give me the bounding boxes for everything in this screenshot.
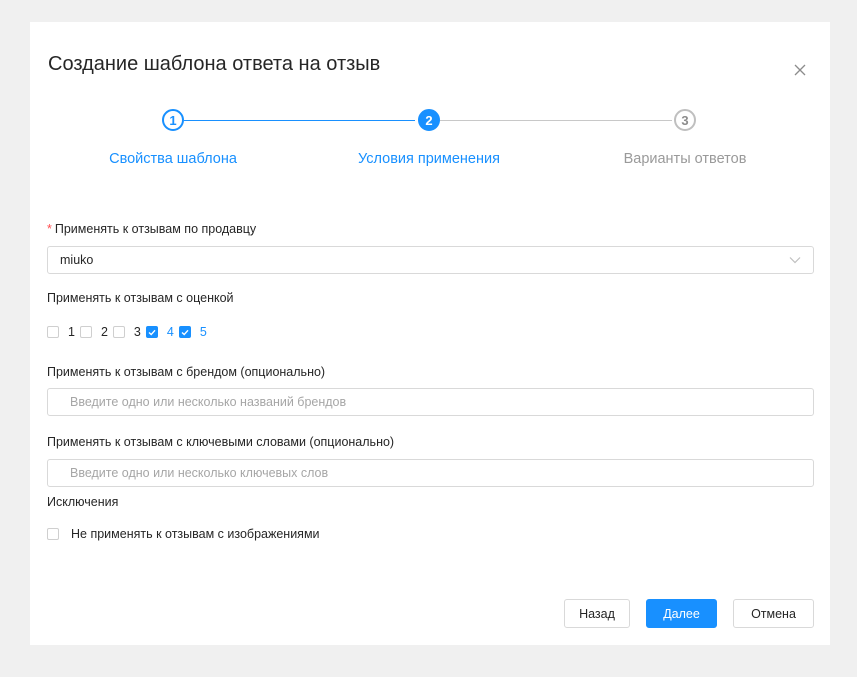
rating-option-4[interactable]: 4: [145, 325, 179, 339]
rating-field-label: Применять к отзывам с оценкой: [47, 291, 234, 305]
exclusions-heading: Исключения: [47, 495, 119, 509]
next-button[interactable]: Далее: [646, 599, 717, 628]
rating-5-checkbox[interactable]: [178, 326, 191, 338]
seller-select[interactable]: miuko: [47, 246, 814, 274]
rating-2-checkbox[interactable]: [79, 326, 92, 338]
rating-option-1[interactable]: 1: [47, 325, 80, 339]
exclude-images-label: Не применять к отзывам с изображениями: [71, 527, 320, 541]
exclude-images-option[interactable]: Не применять к отзывам с изображениями: [47, 527, 320, 541]
seller-select-value: miuko: [60, 253, 94, 267]
template-modal: Создание шаблона ответа на отзыв 1 2 3 С…: [30, 22, 830, 645]
seller-field-label: * Применять к отзывам по продавцу: [47, 222, 256, 236]
step-2-number: 2: [425, 112, 433, 128]
rating-2-label: 2: [100, 325, 108, 339]
exclude-images-checkbox[interactable]: [47, 528, 59, 540]
keywords-input[interactable]: [47, 459, 814, 487]
checkmark-icon: [181, 329, 189, 335]
rating-option-5[interactable]: 5: [178, 325, 212, 339]
back-button[interactable]: Назад: [564, 599, 630, 628]
step-connector-2: [440, 120, 672, 121]
step-1-indicator[interactable]: 1: [162, 109, 184, 131]
step-1-label[interactable]: Свойства шаблона: [73, 151, 273, 167]
step-2-label[interactable]: Условия применения: [329, 151, 529, 167]
chevron-down-icon: [789, 257, 801, 264]
rating-4-label: 4: [166, 325, 174, 339]
rating-option-3[interactable]: 3: [112, 325, 146, 339]
step-3-label[interactable]: Варианты ответов: [585, 151, 785, 167]
step-connector-1: [184, 120, 415, 121]
step-2-indicator[interactable]: 2: [418, 109, 440, 131]
step-3-number: 3: [681, 112, 689, 128]
rating-1-checkbox[interactable]: [47, 326, 59, 338]
required-mark: *: [47, 222, 52, 236]
keywords-field-label: Применять к отзывам с ключевыми словами …: [47, 435, 395, 449]
rating-3-label: 3: [133, 325, 141, 339]
seller-label-text: Применять к отзывам по продавцу: [54, 222, 257, 236]
step-3-indicator[interactable]: 3: [674, 109, 696, 131]
rating-3-checkbox[interactable]: [112, 326, 125, 338]
checkmark-icon: [148, 329, 156, 335]
rating-1-label: 1: [68, 325, 75, 339]
rating-option-2[interactable]: 2: [79, 325, 113, 339]
rating-5-label: 5: [199, 325, 207, 339]
step-1-number: 1: [169, 112, 177, 128]
rating-checkbox-group: 1 2 3 4 5: [47, 324, 212, 340]
close-icon[interactable]: [792, 62, 808, 78]
brand-input[interactable]: [47, 388, 814, 416]
cancel-button[interactable]: Отмена: [733, 599, 814, 628]
modal-title: Создание шаблона ответа на отзыв: [48, 53, 381, 75]
rating-4-checkbox[interactable]: [145, 326, 158, 338]
brand-field-label: Применять к отзывам с брендом (опциональ…: [47, 365, 326, 379]
